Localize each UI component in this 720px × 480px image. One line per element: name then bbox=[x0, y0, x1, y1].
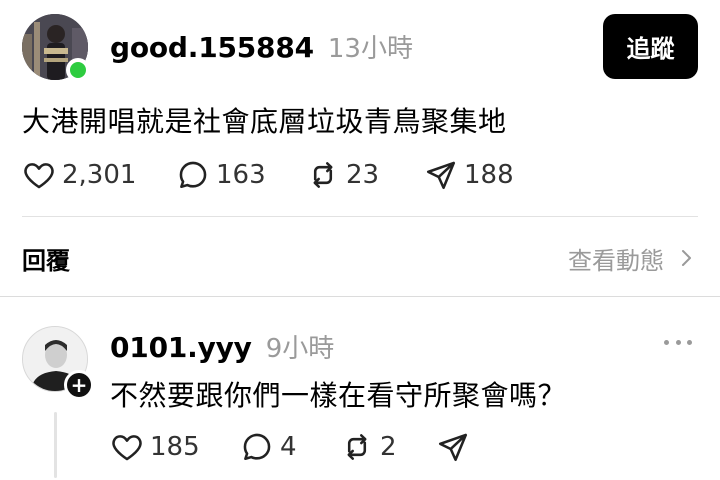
online-status-dot bbox=[66, 58, 90, 82]
share-icon bbox=[438, 433, 468, 462]
comment-button[interactable]: 163 bbox=[176, 158, 306, 192]
chevron-right-icon bbox=[682, 250, 691, 266]
repost-button[interactable]: 23 bbox=[306, 158, 424, 192]
reply-username[interactable]: 0101.yyy bbox=[110, 331, 252, 364]
post-header: good.155884 13小時 bbox=[110, 28, 413, 65]
reply-like-count: 185 bbox=[150, 432, 200, 462]
heart-icon bbox=[24, 163, 54, 189]
section-divider bbox=[0, 296, 720, 297]
comment-icon bbox=[179, 161, 207, 189]
post-timestamp: 13小時 bbox=[327, 34, 413, 64]
reply-text: 不然要跟你們一樣在看守所聚會嗎？ bbox=[110, 379, 567, 412]
divider bbox=[22, 216, 698, 217]
main-post: good.155884 13小時 追蹤 大港開唱就是社會底層垃圾青鳥聚集地 2,… bbox=[0, 0, 720, 296]
post-actions: 2,301 163 23 188 bbox=[22, 158, 514, 192]
replies-header: 回覆 查看動態 bbox=[22, 238, 698, 278]
share-button[interactable]: 188 bbox=[424, 158, 514, 192]
reply-like-button[interactable]: 185 bbox=[110, 430, 240, 464]
repost-icon bbox=[347, 434, 367, 460]
more-icon-dot bbox=[687, 339, 692, 345]
like-count: 2,301 bbox=[62, 160, 137, 190]
view-activity-label: 查看動態 bbox=[568, 246, 664, 275]
comment-count: 163 bbox=[216, 160, 266, 190]
share-count: 188 bbox=[464, 160, 514, 190]
reply-header: 0101.yyy 9小時 bbox=[110, 328, 334, 365]
post-text: 大港開唱就是社會底層垃圾青鳥聚集地 bbox=[22, 105, 507, 138]
replies-title: 回覆 bbox=[22, 246, 70, 275]
like-button[interactable]: 2,301 bbox=[22, 158, 176, 192]
reply-repost-button[interactable]: 2 bbox=[340, 430, 436, 464]
reply-repost-count: 2 bbox=[380, 432, 397, 462]
share-icon bbox=[426, 161, 456, 190]
reply-timestamp: 9小時 bbox=[265, 334, 335, 364]
reply-comment-count: 4 bbox=[280, 432, 297, 462]
heart-icon bbox=[112, 435, 142, 461]
thread-line bbox=[54, 412, 57, 478]
post-username[interactable]: good.155884 bbox=[110, 31, 314, 64]
repost-count: 23 bbox=[346, 160, 380, 190]
comment-icon bbox=[243, 433, 271, 461]
reply-actions: 185 4 2 bbox=[110, 430, 470, 464]
repost-icon bbox=[313, 162, 333, 188]
follow-button[interactable]: 追蹤 bbox=[603, 14, 698, 79]
more-icon-dot bbox=[675, 339, 681, 345]
more-options-button[interactable] bbox=[664, 334, 692, 350]
reply-comment-button[interactable]: 4 bbox=[240, 430, 340, 464]
reply-share-button[interactable] bbox=[436, 430, 470, 464]
follow-plus-button[interactable]: + bbox=[64, 370, 94, 400]
more-icon-dot bbox=[664, 339, 669, 345]
view-activity-link[interactable]: 查看動態 bbox=[568, 241, 698, 276]
